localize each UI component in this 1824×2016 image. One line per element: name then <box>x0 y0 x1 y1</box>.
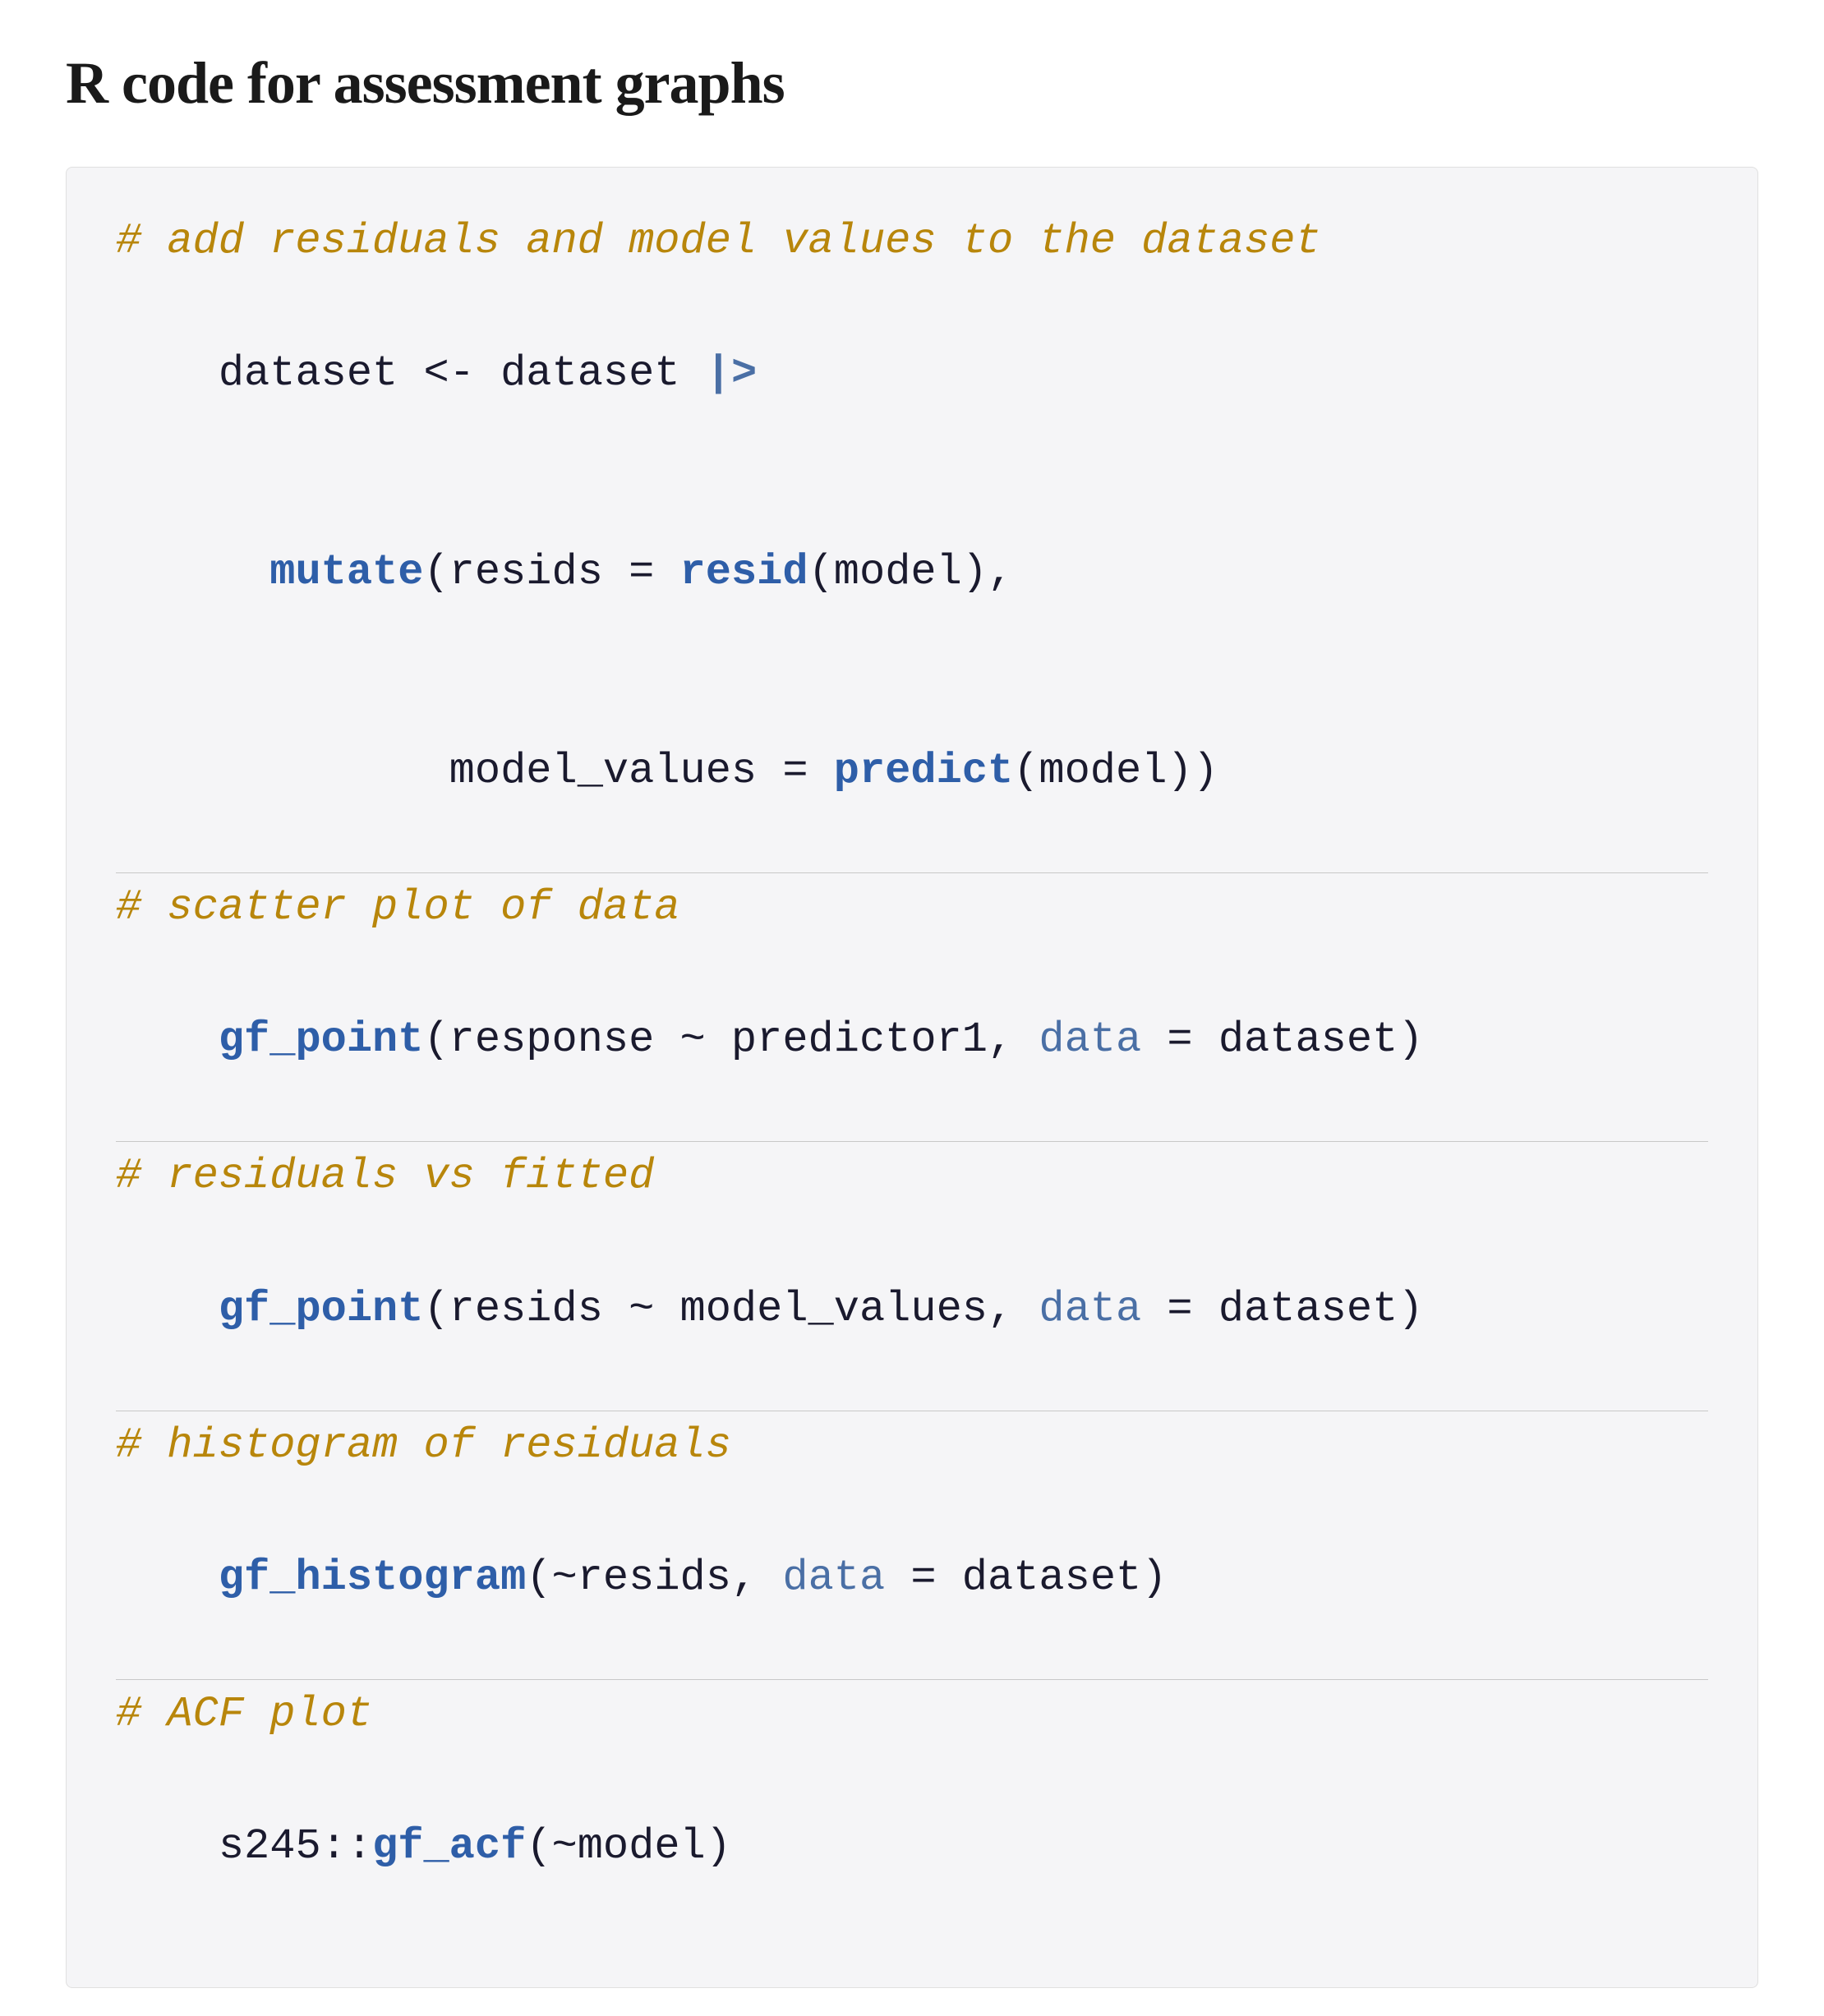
code-line-4: gf_point(response ~ predictor1, data = d… <box>116 941 1708 1140</box>
mutate-func: mutate <box>269 548 423 596</box>
comment-line-1: # add residuals and model values to the … <box>116 209 1708 275</box>
page-title: R code for assessment graphs <box>66 49 1758 117</box>
gf-acf-func: gf_acf <box>372 1822 526 1871</box>
code-text: = dataset) <box>1141 1015 1423 1064</box>
code-block: # add residuals and model values to the … <box>66 167 1758 1988</box>
comment-line-5: # ACF plot <box>116 1682 1708 1748</box>
comment-line-3: # residuals vs fitted <box>116 1144 1708 1210</box>
gf-histogram-func: gf_histogram <box>219 1553 526 1602</box>
predict-func: predict <box>834 747 1013 795</box>
code-text: (resids ~ model_values, <box>423 1285 1039 1333</box>
separator-4 <box>116 1679 1708 1680</box>
gf-point-func-1: gf_point <box>219 1015 424 1064</box>
data-param-2: data <box>1039 1285 1141 1333</box>
code-line-1: dataset <- dataset |> <box>116 275 1708 474</box>
code-line-2: mutate(resids = resid(model), <box>116 473 1708 672</box>
code-line-3: model_values = predict(model)) <box>116 672 1708 871</box>
code-text: (resids = <box>423 548 679 596</box>
code-text: model_values = <box>219 747 834 795</box>
code-text: (~resids, <box>526 1553 782 1602</box>
data-param-1: data <box>1039 1015 1141 1064</box>
pipe-operator: |> <box>706 349 757 398</box>
code-line-5: gf_point(resids ~ model_values, data = d… <box>116 1210 1708 1409</box>
comment-line-2: # scatter plot of data <box>116 875 1708 941</box>
code-line-6: gf_histogram(~resids, data = dataset) <box>116 1479 1708 1678</box>
code-text: (response ~ predictor1, <box>423 1015 1039 1064</box>
comment-line-4: # histogram of residuals <box>116 1413 1708 1480</box>
separator-2 <box>116 1141 1708 1142</box>
resid-func: resid <box>680 548 808 596</box>
separator-1 <box>116 872 1708 873</box>
code-text: (model)) <box>1013 747 1218 795</box>
code-text: dataset <- dataset <box>219 349 706 398</box>
code-text: = dataset) <box>885 1553 1167 1602</box>
code-text: (~model) <box>526 1822 731 1871</box>
code-line-7: s245::gf_acf(~model) <box>116 1748 1708 1947</box>
code-text: s245:: <box>219 1822 372 1871</box>
code-text: (model), <box>808 548 1014 596</box>
data-param-3: data <box>782 1553 885 1602</box>
code-text: = dataset) <box>1141 1285 1423 1333</box>
gf-point-func-2: gf_point <box>219 1285 424 1333</box>
code-text <box>219 548 269 596</box>
